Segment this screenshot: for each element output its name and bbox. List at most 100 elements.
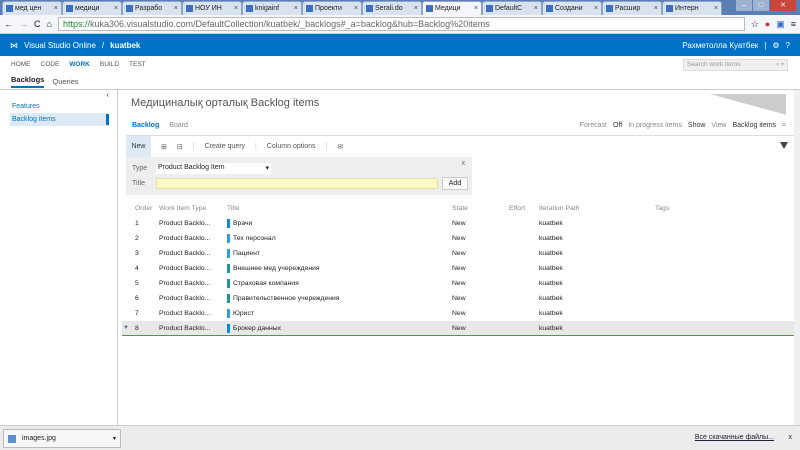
browser-tab[interactable]: DefaultC × (482, 1, 542, 15)
nav-work[interactable]: WORK (69, 61, 90, 68)
fullscreen-icon[interactable]: ⌗ (782, 122, 786, 130)
view-select[interactable]: Backlog items (732, 122, 776, 130)
collapse-all-icon[interactable]: ⊟ (177, 143, 183, 151)
expand-icon[interactable]: ▼ (123, 325, 129, 331)
user-name[interactable]: Рахметолла Куатбек (682, 41, 758, 50)
close-tab-icon[interactable]: × (594, 5, 598, 12)
star-icon[interactable]: ☆ (751, 19, 759, 30)
new-button[interactable]: New (126, 136, 151, 157)
browser-tab[interactable]: Serali.do × (362, 1, 422, 15)
title-input[interactable] (156, 178, 438, 189)
browser-tab[interactable]: Проекти × (302, 1, 362, 15)
download-item[interactable]: images.jpg ▾ (3, 429, 121, 448)
search-input[interactable]: Search work items ⌕ ▾ (683, 59, 788, 71)
expand-all-icon[interactable]: ⊞ (161, 143, 167, 151)
close-tab-icon[interactable]: × (714, 5, 718, 12)
inprogress-toggle[interactable]: Show (688, 122, 706, 130)
gear-icon[interactable]: ⚙ (772, 41, 779, 50)
filter-icon[interactable] (780, 142, 788, 149)
sidebar-item-backlog-items[interactable]: Backlog items (10, 113, 109, 126)
sidebar-item-features[interactable]: Features (10, 100, 109, 113)
column-header[interactable]: Iteration Path (539, 205, 579, 212)
title-cell[interactable]: Юрист (227, 309, 254, 318)
close-download-bar[interactable]: x (789, 434, 793, 441)
nav-build[interactable]: BUILD (100, 61, 119, 68)
browser-tab[interactable]: Создани × (542, 1, 602, 15)
table-row[interactable]: 3 Product Backlo... Пациент New kuatbek (122, 246, 800, 261)
title-cell[interactable]: Тех персонал (227, 234, 276, 243)
column-header[interactable]: Effort (509, 205, 525, 212)
menu-icon[interactable]: ≡ (791, 19, 796, 29)
table-row[interactable]: 5 Product Backlo... Страховая компания New k… (122, 276, 800, 291)
browser-tab[interactable]: knigainf × (242, 1, 302, 15)
tab-backlog[interactable]: Backlog (132, 122, 159, 129)
column-header[interactable]: Work Item Type (159, 205, 206, 212)
search-icon[interactable]: ⌕ ▾ (776, 61, 784, 69)
column-options-button[interactable]: Column options (267, 143, 316, 150)
forward-icon[interactable]: → (19, 19, 28, 29)
collapse-icon[interactable]: ‹ (0, 90, 117, 100)
column-header[interactable]: Order (135, 205, 152, 212)
close-tab-icon[interactable]: × (414, 5, 418, 12)
email-icon[interactable]: ✉ (337, 143, 343, 151)
help-icon[interactable]: ? (786, 41, 790, 50)
column-header[interactable]: Tags (655, 205, 669, 212)
back-icon[interactable]: ← (4, 19, 13, 29)
close-tab-icon[interactable]: × (114, 5, 118, 12)
browser-tab[interactable]: Разрабо × (122, 1, 182, 15)
title-cell[interactable]: Врачи (227, 219, 252, 228)
table-row[interactable]: 1 Product Backlo... Врачи New kuatbek (122, 216, 800, 231)
browser-tab[interactable]: НОУ ИН × (182, 1, 242, 15)
close-tab-icon[interactable]: × (234, 5, 238, 12)
velocity-chart-thumbnail[interactable] (709, 94, 786, 115)
browser-tab[interactable]: Медици × (422, 1, 482, 15)
close-panel-button[interactable]: x (462, 160, 466, 167)
table-row[interactable]: 6 Product Backlo... Правительственное учер… (122, 291, 800, 306)
column-header[interactable]: Title (227, 205, 240, 212)
maximize-button[interactable]: □ (753, 0, 769, 11)
close-window-button[interactable]: ✕ (770, 0, 796, 11)
scrollbar[interactable] (794, 90, 800, 425)
add-button[interactable]: Add (442, 177, 468, 190)
title-cell[interactable]: Правительственное учереждения (227, 294, 339, 303)
forecast-toggle[interactable]: Off (613, 122, 622, 130)
translate-icon[interactable]: ▣ (776, 19, 785, 30)
title-cell[interactable]: Пациент (227, 249, 260, 258)
table-row[interactable]: 4 Product Backlo... Внешнее мед учереждени… (122, 261, 800, 276)
close-tab-icon[interactable]: × (354, 5, 358, 12)
browser-tab[interactable]: медици × (62, 1, 122, 15)
close-tab-icon[interactable]: × (654, 5, 658, 12)
close-tab-icon[interactable]: × (54, 5, 58, 12)
minimize-button[interactable]: – (736, 0, 752, 11)
title-cell[interactable]: Внешнее мед учереждения (227, 264, 320, 273)
title-cell[interactable]: Страховая компания (227, 279, 299, 288)
adblock-icon[interactable]: ● (765, 19, 770, 29)
reload-icon[interactable]: C (34, 19, 41, 29)
project-name[interactable]: kuatbek (110, 41, 140, 50)
nav-home[interactable]: HOME (11, 61, 31, 68)
table-row[interactable]: ▼ 8 Product Backlo... Брокер данных New kuatb… (122, 321, 800, 336)
nav-code[interactable]: CODE (41, 61, 60, 68)
all-downloads-link[interactable]: Все скачанные файлы... (695, 434, 774, 441)
create-query-button[interactable]: Create query (205, 143, 245, 150)
nav-test[interactable]: TEST (129, 61, 146, 68)
type-select[interactable]: Product Backlog Item ▾ (156, 163, 271, 174)
close-tab-icon[interactable]: × (174, 5, 178, 12)
title-cell[interactable]: Брокер данных (227, 323, 281, 333)
tab-board[interactable]: Board (169, 122, 188, 129)
subnav-backlogs[interactable]: Backlogs (11, 75, 45, 88)
subnav-queries[interactable]: Queries (52, 77, 78, 86)
product-name[interactable]: Visual Studio Online (24, 41, 96, 50)
column-header[interactable]: State (452, 205, 468, 212)
close-tab-icon[interactable]: × (474, 5, 478, 12)
browser-tab[interactable]: Расшир × (602, 1, 662, 15)
close-tab-icon[interactable]: × (534, 5, 538, 12)
browser-tab[interactable]: мед цен × (2, 1, 62, 15)
table-row[interactable]: 2 Product Backlo... Тех персонал New kuatbek (122, 231, 800, 246)
table-row[interactable]: 7 Product Backlo... Юрист New kuatbek (122, 306, 800, 321)
browser-tab[interactable]: Интерн × (662, 1, 722, 15)
home-icon[interactable]: ⌂ (47, 19, 52, 29)
url-input[interactable]: https://kuka306.visualstudio.com/Default… (57, 17, 745, 31)
close-tab-icon[interactable]: × (294, 5, 298, 12)
chevron-down-icon[interactable]: ▾ (113, 435, 116, 442)
